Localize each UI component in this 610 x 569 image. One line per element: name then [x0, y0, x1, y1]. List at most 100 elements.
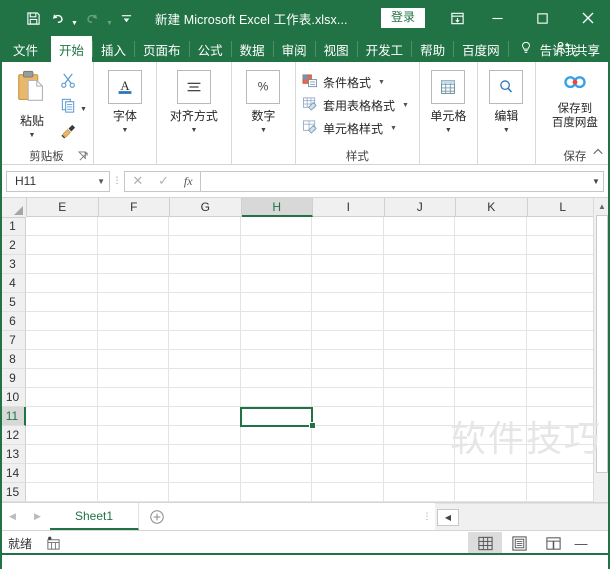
cell-L13[interactable]: [526, 445, 598, 464]
cell-G15[interactable]: [169, 483, 241, 502]
cell-E2[interactable]: [26, 236, 98, 255]
tab-home[interactable]: 开始: [51, 36, 93, 62]
cell-L5[interactable]: [526, 293, 598, 312]
row-header-8[interactable]: 8: [0, 350, 26, 369]
paste-button[interactable]: 粘贴 ▼: [6, 67, 58, 139]
column-header-K[interactable]: K: [456, 198, 528, 217]
cell-K8[interactable]: [455, 350, 527, 369]
undo-icon[interactable]: [46, 6, 68, 30]
cell-L9[interactable]: [526, 369, 598, 388]
cell-L2[interactable]: [526, 236, 598, 255]
cell-E7[interactable]: [26, 331, 98, 350]
vertical-scroll-thumb[interactable]: [596, 215, 608, 473]
alignment-dropdown-caret-icon[interactable]: ▼: [190, 127, 197, 134]
cell-F6[interactable]: [97, 312, 169, 331]
cell-I3[interactable]: [312, 255, 384, 274]
cell-H10[interactable]: [240, 388, 312, 407]
row-header-12[interactable]: 12: [0, 426, 26, 445]
format-as-table-caret-icon[interactable]: ▼: [402, 102, 409, 109]
paste-dropdown-caret-icon[interactable]: ▼: [29, 132, 36, 139]
cell-L14[interactable]: [526, 464, 598, 483]
cell-K3[interactable]: [455, 255, 527, 274]
cell-G9[interactable]: [169, 369, 241, 388]
customize-qat-icon[interactable]: [116, 6, 136, 30]
fill-handle[interactable]: [309, 422, 316, 429]
cell-L15[interactable]: [526, 483, 598, 502]
fx-icon[interactable]: fx: [184, 174, 193, 189]
save-icon[interactable]: [22, 6, 44, 30]
conditional-formatting-caret-icon[interactable]: ▼: [378, 79, 385, 86]
row-header-2[interactable]: 2: [0, 236, 26, 255]
cell-K12[interactable]: [455, 426, 527, 445]
cell-F12[interactable]: [97, 426, 169, 445]
cell-L6[interactable]: [526, 312, 598, 331]
cell-L10[interactable]: [526, 388, 598, 407]
cell-G1[interactable]: [169, 217, 241, 236]
column-header-G[interactable]: G: [170, 198, 242, 217]
cell-E3[interactable]: [26, 255, 98, 274]
name-box-caret-icon[interactable]: ▼: [97, 177, 105, 186]
column-header-L[interactable]: L: [527, 198, 599, 217]
cell-H9[interactable]: [240, 369, 312, 388]
row-header-5[interactable]: 5: [0, 293, 26, 312]
tab-file[interactable]: 文件: [0, 36, 51, 62]
cell-J4[interactable]: [383, 274, 455, 293]
cell-H1[interactable]: [240, 217, 312, 236]
cell-H4[interactable]: [240, 274, 312, 293]
cell-E4[interactable]: [26, 274, 98, 293]
cell-F1[interactable]: [97, 217, 169, 236]
column-header-J[interactable]: J: [384, 198, 456, 217]
close-icon[interactable]: [565, 3, 610, 33]
hscroll-left-icon[interactable]: ◀: [437, 508, 459, 526]
cell-G7[interactable]: [169, 331, 241, 350]
column-header-I[interactable]: I: [313, 198, 385, 217]
row-header-10[interactable]: 10: [0, 388, 26, 407]
row-header-4[interactable]: 4: [0, 274, 26, 293]
cell-J11[interactable]: [383, 407, 455, 426]
cell-K6[interactable]: [455, 312, 527, 331]
cell-K1[interactable]: [455, 217, 527, 236]
cell-H2[interactable]: [240, 236, 312, 255]
number-dropdown-caret-icon[interactable]: ▼: [260, 127, 267, 134]
row-header-3[interactable]: 3: [0, 255, 26, 274]
column-header-F[interactable]: F: [98, 198, 170, 217]
sheet-split-handle[interactable]: ⋮: [419, 503, 435, 530]
editing-dropdown-caret-icon[interactable]: ▼: [503, 127, 510, 134]
cell-H6[interactable]: [240, 312, 312, 331]
cell-J7[interactable]: [383, 331, 455, 350]
cell-I9[interactable]: [312, 369, 384, 388]
cells-button[interactable]: 单元格 ▼: [426, 67, 471, 134]
undo-dropdown-caret-icon[interactable]: ▼: [70, 3, 79, 34]
tab-view[interactable]: 视图: [316, 36, 357, 62]
cell-H5[interactable]: [240, 293, 312, 312]
tab-developer[interactable]: 开发工: [358, 36, 412, 62]
cell-I2[interactable]: [312, 236, 384, 255]
tab-help[interactable]: 帮助: [412, 36, 453, 62]
zoom-out-button[interactable]: —: [570, 536, 592, 551]
row-header-11[interactable]: 11: [0, 407, 26, 426]
cell-I12[interactable]: [312, 426, 384, 445]
cell-E10[interactable]: [26, 388, 98, 407]
cell-I10[interactable]: [312, 388, 384, 407]
confirm-check-icon[interactable]: ✓: [158, 173, 169, 189]
cell-H14[interactable]: [240, 464, 312, 483]
cell-H13[interactable]: [240, 445, 312, 464]
select-all-corner[interactable]: [0, 198, 27, 218]
cut-button[interactable]: [58, 70, 87, 94]
cell-E1[interactable]: [26, 217, 98, 236]
cell-I6[interactable]: [312, 312, 384, 331]
cell-F5[interactable]: [97, 293, 169, 312]
cell-I15[interactable]: [312, 483, 384, 502]
alignment-button[interactable]: 对齐方式 ▼: [163, 67, 225, 134]
cell-G5[interactable]: [169, 293, 241, 312]
cell-J12[interactable]: [383, 426, 455, 445]
expand-formula-bar-icon[interactable]: ▼: [588, 177, 604, 186]
cell-L1[interactable]: [526, 217, 598, 236]
tab-page-layout[interactable]: 页面布: [135, 36, 189, 62]
cell-H7[interactable]: [240, 331, 312, 350]
cell-G14[interactable]: [169, 464, 241, 483]
cell-I11[interactable]: [312, 407, 384, 426]
macro-record-icon[interactable]: [46, 536, 61, 551]
cell-K7[interactable]: [455, 331, 527, 350]
cell-G13[interactable]: [169, 445, 241, 464]
